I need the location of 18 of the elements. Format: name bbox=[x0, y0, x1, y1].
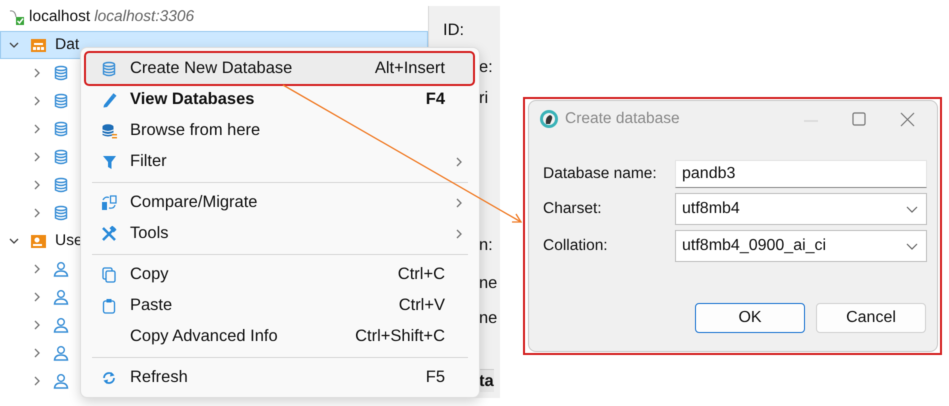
shortcut-text: Ctrl+Shift+C bbox=[355, 327, 445, 346]
property-label: e: bbox=[479, 57, 493, 78]
shortcut-text: F5 bbox=[426, 368, 445, 387]
shortcut-text: Alt+Insert bbox=[374, 59, 445, 78]
shortcut-text: Ctrl+V bbox=[398, 296, 445, 315]
field-label: Collation: bbox=[543, 237, 609, 255]
field-label: Charset: bbox=[543, 200, 603, 218]
shortcut-text: F4 bbox=[426, 90, 445, 109]
shortcut-text: Ctrl+C bbox=[398, 265, 445, 284]
window-title: Create database bbox=[565, 110, 681, 128]
property-label: ne bbox=[479, 273, 498, 294]
property-label: ID: bbox=[443, 20, 464, 41]
section-header: ta bbox=[479, 369, 494, 392]
property-label: n: bbox=[479, 235, 493, 256]
property-label: ri bbox=[479, 88, 488, 109]
connection-detail: localhost:3306 bbox=[94, 8, 194, 26]
field-label: Database name: bbox=[543, 165, 658, 183]
property-label: ne bbox=[479, 308, 498, 329]
